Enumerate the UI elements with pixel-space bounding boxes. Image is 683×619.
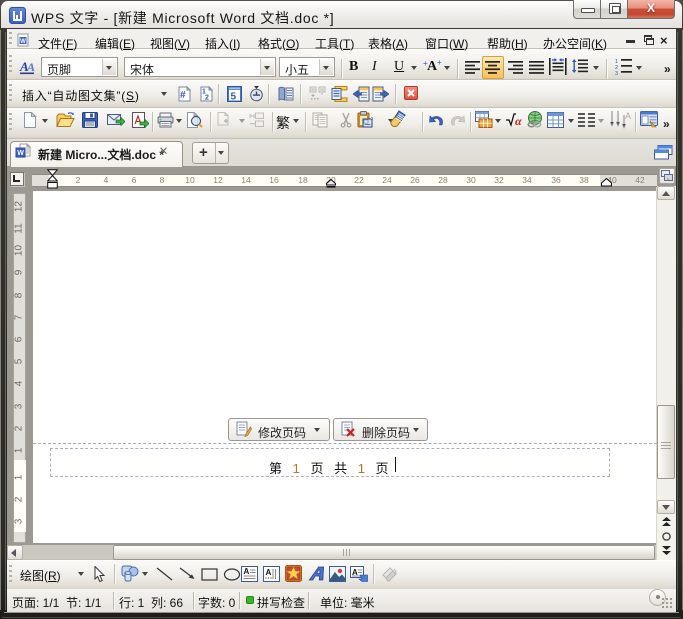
svg-text:2: 2 xyxy=(205,95,209,102)
svg-text:W: W xyxy=(17,150,24,157)
svg-text:A: A xyxy=(625,111,631,121)
svg-text:A: A xyxy=(266,568,272,577)
svg-text:α: α xyxy=(515,114,522,128)
svg-text:W: W xyxy=(20,39,26,45)
svg-text:A: A xyxy=(26,60,35,74)
svg-text:#: # xyxy=(180,90,186,101)
svg-text:5: 5 xyxy=(231,92,237,103)
svg-text:3: 3 xyxy=(615,71,618,75)
svg-text:A: A xyxy=(244,567,250,576)
